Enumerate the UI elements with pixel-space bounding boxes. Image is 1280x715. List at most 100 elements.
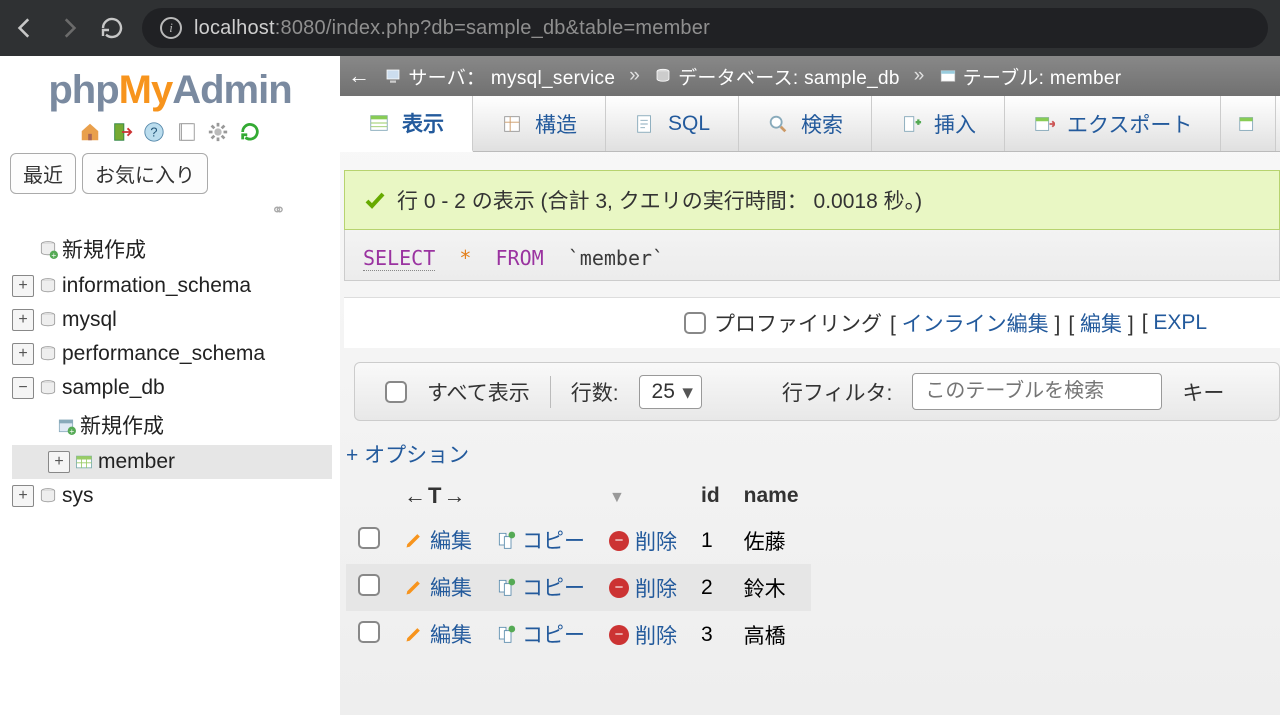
query-action-bar: プロファイリング [ インライン編集 ] [ 編集 ] [ EXPL [344,297,1280,348]
edit-link[interactable]: 編集 [1080,313,1122,336]
tree-label: mysql [62,308,117,332]
row-checkbox[interactable] [358,527,380,549]
delete-action[interactable]: −削除 [609,620,677,650]
tree-label: information_schema [62,274,251,298]
tab-export[interactable]: エクスポート [1005,96,1221,151]
show-all-checkbox[interactable] [385,381,407,403]
tree-label: 新規作成 [62,234,146,264]
cell-id: 1 [689,517,732,564]
url-bar[interactable]: i localhost:8080/index.php?db=sample_db&… [142,8,1268,48]
table-controls: すべて表示 行数: 25 行フィルタ: キー [354,362,1280,421]
server-icon [384,67,402,85]
copy-action[interactable]: コピー [496,525,585,555]
expand-icon[interactable]: + [12,343,34,365]
reload-button[interactable] [100,16,124,40]
exit-icon[interactable] [111,121,133,143]
rows-label: 行数: [571,377,619,407]
delete-action[interactable]: −削除 [609,526,677,556]
help-icon[interactable]: ? [143,121,165,143]
svg-text:+: + [51,250,56,259]
cell-name: 佐藤 [732,517,811,564]
tab-search[interactable]: 検索 [739,96,872,151]
tree-label: 新規作成 [80,410,164,440]
col-name-header[interactable]: name [732,475,811,517]
breadcrumb-server[interactable]: サーバ： mysql_service [408,63,615,90]
show-all-label: すべて表示 [427,377,530,407]
edit-action[interactable]: 編集 [404,525,472,555]
tree-label: member [98,450,175,474]
row-checkbox[interactable] [358,621,380,643]
table-row: 編集コピー −削除 1佐藤 [346,517,811,564]
svg-text:?: ? [150,125,157,140]
profiling-checkbox[interactable] [684,312,706,334]
cell-name: 鈴木 [732,564,811,611]
tree-new[interactable]: + 新規作成 [12,229,332,269]
main-tabs: 表示 構造 SQL 検索 挿入 エクスポート [340,96,1280,152]
breadcrumb-bar: ← サーバ： mysql_service » データベース: sample_db… [340,56,1280,96]
sidebar: phpMyAdmin ? 最近 お気に入り ⚭ + 新規作成 + informa [0,56,340,715]
inline-edit-link[interactable]: インライン編集 [902,313,1049,336]
col-id-header[interactable]: id [689,475,732,517]
tab-more[interactable] [1221,96,1276,151]
tab-sql[interactable]: SQL [606,96,739,151]
back-button[interactable] [12,15,38,41]
forward-button[interactable] [56,15,82,41]
tree-sample-db[interactable]: − sample_db [12,371,332,405]
edit-action[interactable]: 編集 [404,572,472,602]
rows-select[interactable]: 25 [639,375,702,409]
tree-label: performance_schema [62,342,265,366]
site-info-icon[interactable]: i [160,17,182,39]
url-text: localhost:8080/index.php?db=sample_db&ta… [194,17,710,40]
expand-icon[interactable]: + [48,451,70,473]
tab-insert[interactable]: 挿入 [872,96,1005,151]
database-icon [654,67,672,85]
tree-label: sys [62,484,94,508]
pma-logo: phpMyAdmin [0,56,340,117]
tree-sys[interactable]: + sys [12,479,332,513]
filter-input[interactable] [912,373,1162,410]
settings-icon[interactable] [207,121,229,143]
cell-id: 2 [689,564,732,611]
tree-mysql[interactable]: + mysql [12,303,332,337]
check-icon [363,188,387,212]
row-checkbox[interactable] [358,574,380,596]
col-actions-header[interactable]: ←T→ [392,475,484,517]
reload-tree-icon[interactable] [239,121,261,143]
collapse-icon[interactable]: − [12,377,34,399]
tree-information-schema[interactable]: + information_schema [12,269,332,303]
sort-icon[interactable]: ▼ [609,489,625,506]
data-table: ←T→ ▼ id name 編集コピー−削除1佐藤編集コピー−削除2鈴木編集コピ… [346,475,811,658]
cell-name: 高橋 [732,611,811,658]
tab-favorites[interactable]: お気に入り [82,153,208,194]
sql-query-display: SELECT * FROM `member` [344,230,1280,281]
breadcrumb-table[interactable]: テーブル: member [963,63,1122,90]
delete-action[interactable]: −削除 [609,573,677,603]
tab-browse[interactable]: 表示 [340,96,473,152]
tree-table-member[interactable]: + member [12,445,332,479]
options-link[interactable]: + オプション [340,421,1280,475]
table-row: 編集コピー −削除 2鈴木 [346,564,811,611]
delete-icon: − [609,625,629,645]
breadcrumb-database[interactable]: データベース: sample_db [678,63,900,90]
tree-sample-db-new[interactable]: + 新規作成 [12,405,332,445]
edit-action[interactable]: 編集 [404,619,472,649]
profiling-label: プロファイリング [714,308,882,338]
pma-toolbar: ? [0,117,340,153]
collapse-all-icon[interactable]: ⚭ [0,194,340,225]
home-icon[interactable] [79,121,101,143]
tab-recent[interactable]: 最近 [10,153,76,194]
expand-icon[interactable]: + [12,275,34,297]
copy-action[interactable]: コピー [496,572,585,602]
copy-action[interactable]: コピー [496,619,585,649]
explain-link[interactable]: EXPL [1153,311,1207,334]
delete-icon: − [609,578,629,598]
docs-icon[interactable] [175,121,197,143]
breadcrumb-back-icon[interactable]: ← [348,63,378,89]
breadcrumb-sep: » [621,65,648,87]
expand-icon[interactable]: + [12,309,34,331]
table-icon [939,67,957,85]
tree-performance-schema[interactable]: + performance_schema [12,337,332,371]
expand-icon[interactable]: + [12,485,34,507]
browser-chrome: i localhost:8080/index.php?db=sample_db&… [0,0,1280,56]
tab-structure[interactable]: 構造 [473,96,606,151]
